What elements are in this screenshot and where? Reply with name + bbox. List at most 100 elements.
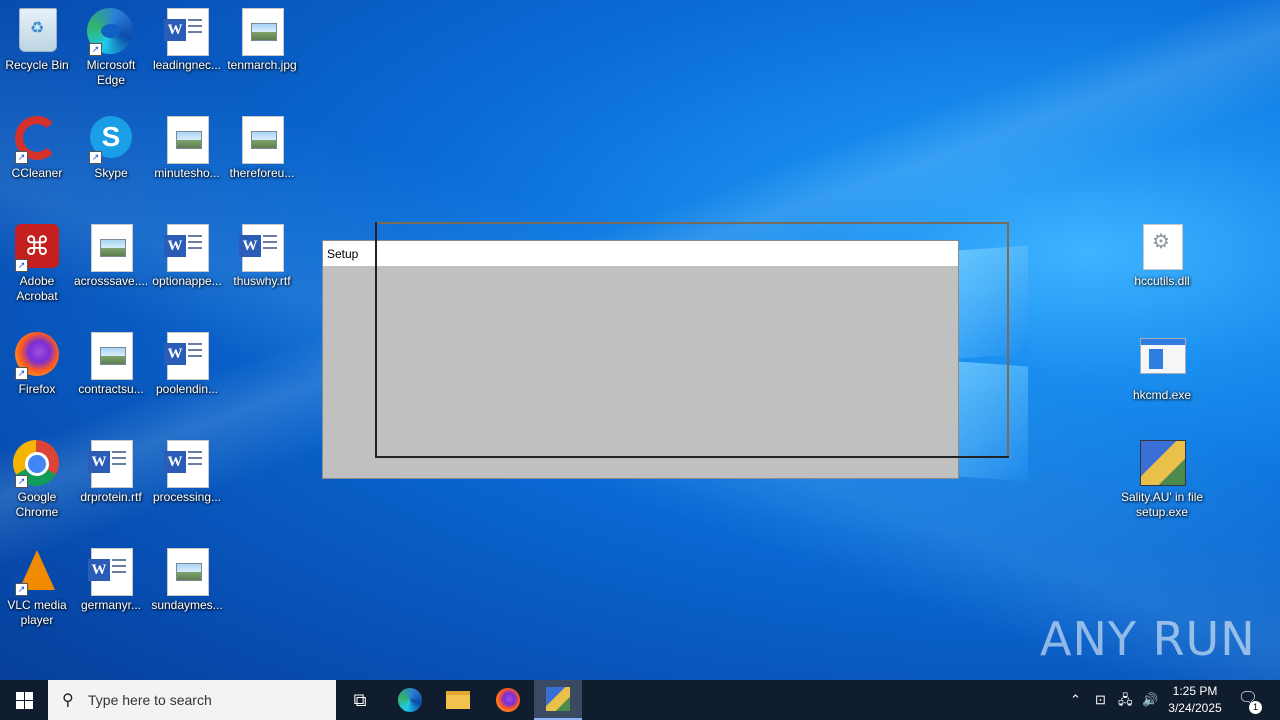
show-hidden-icons-button[interactable]: ⌃ [1070, 680, 1081, 720]
desktop-icon-image-file[interactable]: tenmarch.jpg [225, 8, 299, 73]
icon-label: thuswhy.rtf [233, 274, 291, 288]
task-view-icon: ⧉ [353, 690, 367, 710]
desktop-icon-skype[interactable]: S ↗ Skype [74, 116, 148, 181]
application-window-icon [1140, 338, 1186, 374]
icon-label: Microsoft Edge [86, 58, 136, 87]
speaker-icon: 🔊 [1142, 692, 1159, 707]
icon-label: hkcmd.exe [1132, 388, 1192, 402]
desktop-icon-adobe-acrobat[interactable]: ⌘ ↗ Adobe Acrobat [0, 224, 74, 304]
word-document-icon: W [164, 224, 209, 272]
task-view-button[interactable]: ⧉ [336, 680, 384, 720]
word-document-icon: W [164, 332, 209, 380]
icon-label: Sality.AU' in file setup.exe [1120, 490, 1204, 519]
setup-installer-icon [546, 687, 570, 711]
device-icon: ⊡ [1095, 692, 1106, 707]
taskbar-search-box[interactable]: ⚲ Type here to search [48, 680, 336, 720]
desktop-icon-dll-file[interactable]: ⚙ hccutils.dll [1125, 224, 1199, 289]
shortcut-arrow-icon: ↗ [89, 151, 102, 164]
icon-label: sundaymes... [151, 598, 223, 612]
image-file-icon [167, 116, 209, 164]
desktop-icon-exe-file[interactable]: hkcmd.exe [1125, 332, 1199, 403]
desktop-icon-image-file[interactable]: acrosssave.... [74, 224, 148, 289]
desktop-icon-word-file[interactable]: W processing... [150, 440, 224, 505]
icon-label: thereforeu... [229, 166, 295, 180]
clock-time: 1:25 PM [1172, 684, 1218, 698]
gear-file-icon: ⚙ [1143, 224, 1183, 270]
icon-label: processing... [152, 490, 222, 504]
folder-icon [446, 691, 470, 709]
tray-device-icon[interactable]: ⊡ [1095, 680, 1106, 720]
image-file-icon [91, 224, 133, 272]
desktop-icon-ccleaner[interactable]: ↗ CCleaner [0, 116, 74, 181]
shortcut-arrow-icon: ↗ [15, 583, 28, 596]
taskbar-edge[interactable] [386, 680, 434, 720]
desktop-icon-firefox[interactable]: ↗ Firefox [0, 332, 74, 397]
desktop-icon-word-file[interactable]: W optionappe... [150, 224, 224, 289]
image-file-icon [91, 332, 133, 380]
taskbar-firefox[interactable] [484, 680, 532, 720]
setup-installer-icon [1140, 440, 1186, 486]
shortcut-arrow-icon: ↗ [89, 43, 102, 56]
icon-label: VLC media player [7, 598, 67, 627]
tray-network[interactable]: 🖧 [1118, 680, 1133, 720]
shortcut-arrow-icon: ↗ [15, 475, 28, 488]
word-document-icon: W [88, 548, 133, 596]
desktop-icon-word-file[interactable]: W germanyr... [74, 548, 148, 613]
desktop-icon-image-file[interactable]: thereforeu... [225, 116, 299, 181]
shortcut-arrow-icon: ↗ [15, 151, 28, 164]
taskbar: ⚲ Type here to search ⧉ ⌃ ⊡ 🖧 🔊 1:25 PM … [0, 680, 1280, 720]
desktop-icon-word-file[interactable]: W leadingnec... [150, 8, 224, 73]
desktop-icon-word-file[interactable]: W thuswhy.rtf [225, 224, 299, 289]
icon-label: Google Chrome [15, 490, 59, 519]
icon-label: optionappe... [152, 274, 222, 288]
desktop-icon-image-file[interactable]: contractsu... [74, 332, 148, 397]
desktop-icon-image-file[interactable]: sundaymes... [150, 548, 224, 613]
word-document-icon: W [164, 440, 209, 488]
network-icon: 🖧 [1118, 692, 1133, 707]
icon-label: drprotein.rtf [80, 490, 142, 504]
icon-label: acrosssave.... [74, 274, 149, 288]
icon-label: tenmarch.jpg [227, 58, 297, 72]
anyrun-watermark: ANY RUN [1040, 612, 1256, 666]
shortcut-arrow-icon: ↗ [15, 367, 28, 380]
icon-label: Skype [94, 166, 128, 180]
shortcut-arrow-icon: ↗ [15, 259, 28, 272]
action-center-button[interactable]: 🗨 1 [1236, 688, 1262, 714]
icon-label: Firefox [18, 382, 56, 396]
image-file-icon [242, 8, 284, 56]
word-document-icon: W [164, 8, 209, 56]
notification-count-badge: 1 [1249, 701, 1262, 714]
desktop-icon-word-file[interactable]: W drprotein.rtf [74, 440, 148, 505]
taskbar-setup-app[interactable] [534, 680, 582, 720]
firefox-icon [496, 688, 520, 712]
desktop-icon-vlc[interactable]: ↗ VLC media player [0, 548, 74, 628]
tray-volume[interactable]: 🔊 [1142, 680, 1158, 720]
image-file-icon [167, 548, 209, 596]
recycle-bin-icon: ♻ [19, 8, 57, 52]
word-document-icon: W [239, 224, 284, 272]
chevron-up-icon: ⌃ [1070, 692, 1081, 707]
desktop-icon-word-file[interactable]: W poolendin... [150, 332, 224, 397]
desktop-icon-image-file[interactable]: minutesho... [150, 116, 224, 181]
icon-label: contractsu... [78, 382, 144, 396]
desktop-icon-recycle-bin[interactable]: ♻ Recycle Bin [0, 8, 74, 73]
taskbar-clock[interactable]: 1:25 PM 3/24/2025 [1160, 683, 1230, 717]
start-button[interactable] [0, 680, 48, 720]
desktop-icon-microsoft-edge[interactable]: ↗ Microsoft Edge [74, 8, 148, 88]
search-placeholder: Type here to search [88, 692, 212, 708]
window-drag-outline [375, 222, 1009, 458]
edge-icon [398, 688, 422, 712]
icon-label: hccutils.dll [1134, 274, 1190, 288]
icon-label: Recycle Bin [5, 58, 69, 72]
icon-label: minutesho... [154, 166, 220, 180]
clock-date: 3/24/2025 [1168, 701, 1222, 715]
image-file-icon [242, 116, 284, 164]
icon-label: germanyr... [80, 598, 142, 612]
desktop-icon-google-chrome[interactable]: ↗ Google Chrome [0, 440, 74, 520]
icon-label: Adobe Acrobat [16, 274, 58, 303]
word-document-icon: W [88, 440, 133, 488]
window-title: Setup [327, 247, 359, 261]
taskbar-file-explorer[interactable] [434, 680, 482, 720]
desktop-icon-setup-exe[interactable]: Sality.AU' in file setup.exe [1118, 440, 1206, 520]
icon-label: leadingnec... [152, 58, 222, 72]
